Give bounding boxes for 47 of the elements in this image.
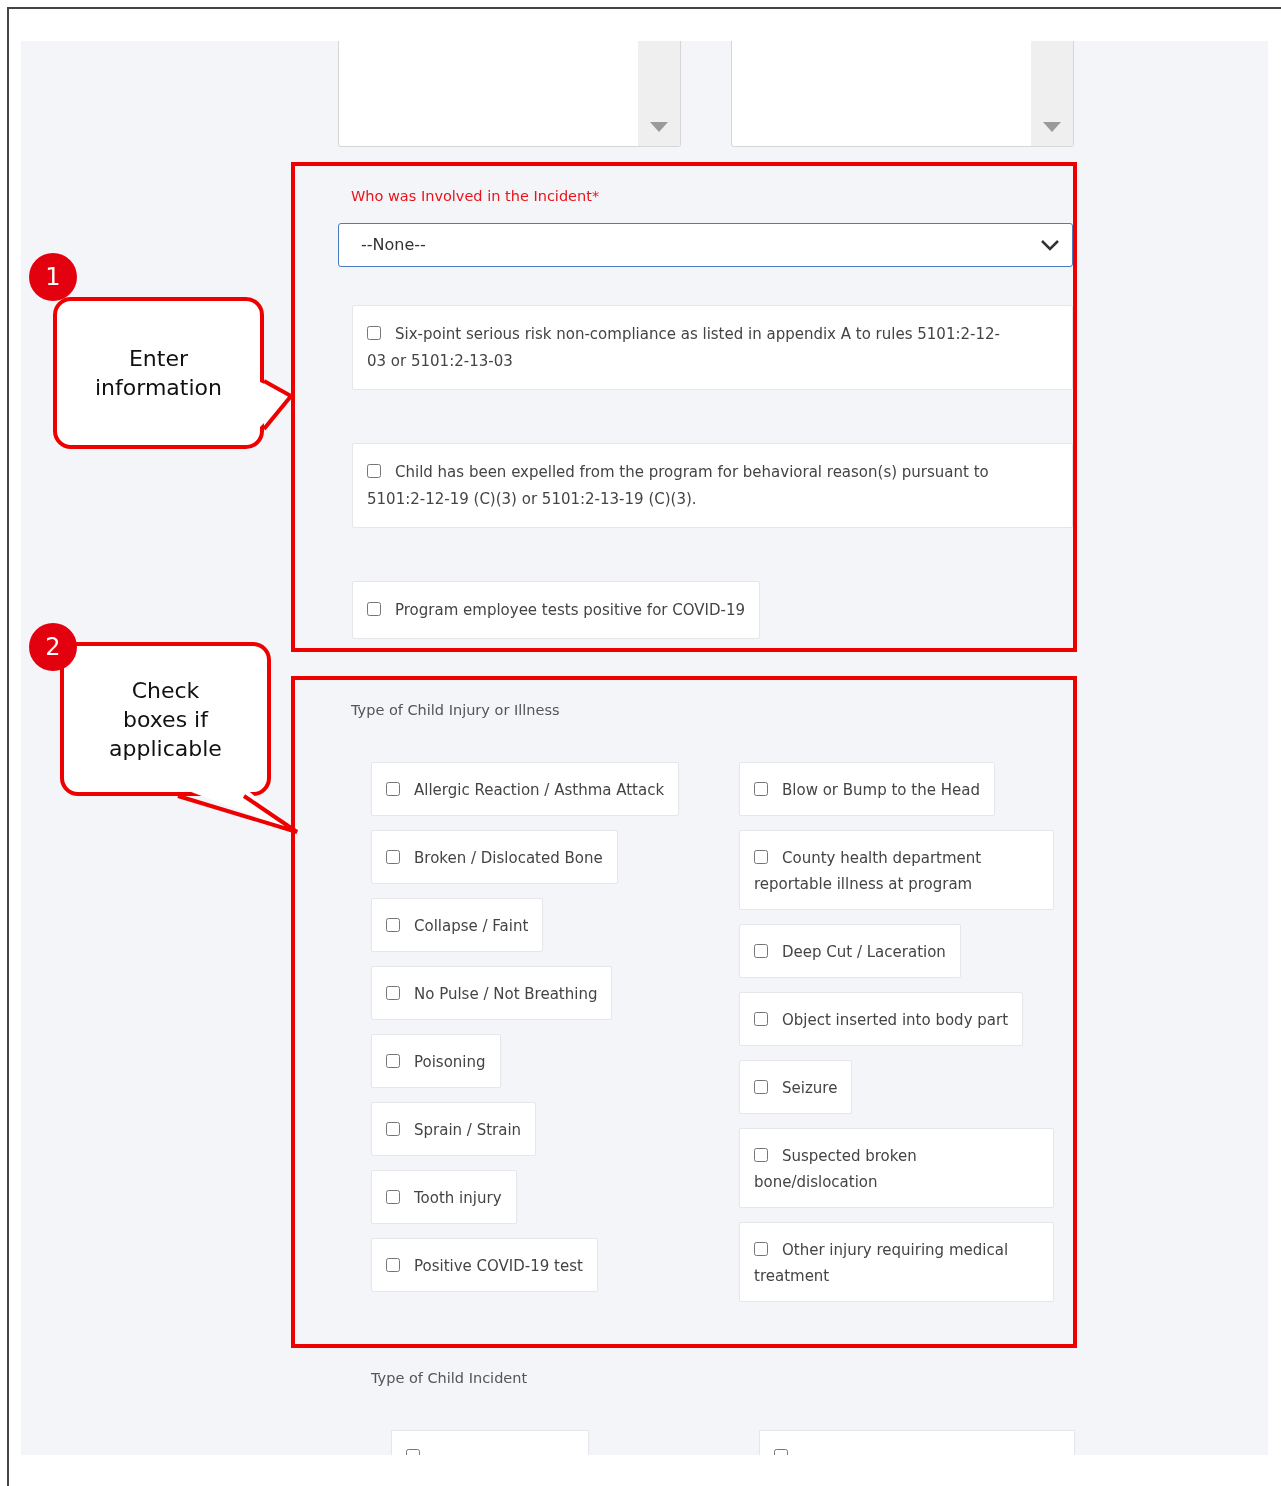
checkbox-option[interactable]: Blow or Bump to the Head: [739, 761, 995, 816]
list-field[interactable]: [338, 41, 681, 147]
checkbox-option[interactable]: Positive COVID-19 test: [371, 1237, 598, 1292]
checkbox-option[interactable]: Broken / Dislocated Bone: [371, 829, 618, 884]
scroll-down-icon: [1043, 122, 1061, 132]
field-label: Type of Child Incident: [371, 1369, 529, 1388]
checkbox-option[interactable]: Allergic Reaction / Asthma Attack: [371, 761, 680, 816]
checkbox[interactable]: [367, 325, 381, 340]
checkbox-option[interactable]: Object inserted into body part: [739, 991, 1024, 1046]
checkbox-option[interactable]: Program employee tests positive for COVID-19: [352, 580, 760, 639]
checkbox[interactable]: [754, 1011, 768, 1026]
checkbox[interactable]: [386, 781, 400, 796]
checkbox[interactable]: [367, 601, 381, 616]
scroll-down-icon: [650, 122, 668, 132]
field-label: Who was Involved in the Incident*: [350, 187, 601, 206]
checkbox[interactable]: [754, 1079, 768, 1094]
callout-text: Enter information: [94, 345, 223, 402]
select-field[interactable]: --None--: [338, 222, 1073, 267]
checkbox-option[interactable]: Child has been expelled from the program for behavioral reason(s) pursuant to 5101:2-12-19 (C)(3) or 5101:2-13-19 (C)(3).: [352, 442, 1073, 528]
checkbox-option[interactable]: County health department reportable illness at program: [739, 829, 1054, 910]
checkbox-option[interactable]: Suspected broken bone/dislocation: [739, 1127, 1054, 1208]
chevron-down-icon: [1040, 238, 1060, 251]
checkbox[interactable]: [386, 1189, 400, 1204]
checkbox[interactable]: [386, 917, 400, 932]
checkbox[interactable]: [754, 1241, 768, 1256]
checkbox[interactable]: [386, 985, 400, 1000]
checkbox-option[interactable]: Six-point serious risk non-compliance as listed in appendix A to rules 5101:2-12-03 or 5101:2-13-03: [352, 304, 1073, 390]
checkbox[interactable]: [386, 1257, 400, 1272]
checkbox-option[interactable]: Deep Cut / Laceration: [739, 923, 961, 978]
list-field[interactable]: [731, 41, 1074, 147]
checkbox[interactable]: [754, 943, 768, 958]
checkbox-option[interactable]: Poisoning: [371, 1033, 501, 1088]
checkbox-option[interactable]: Sprain / Strain: [371, 1101, 537, 1156]
checkbox-option[interactable]: Collapse / Faint: [371, 897, 544, 952]
checkbox-option[interactable]: Other injury requiring medical treatment: [739, 1221, 1054, 1302]
checkbox-option[interactable]: Tooth injury: [371, 1169, 517, 1224]
checkbox-option[interactable]: Seizure: [739, 1059, 853, 1114]
checkbox[interactable]: [386, 849, 400, 864]
callout-text: Check boxes if applicable: [108, 676, 223, 763]
checkbox[interactable]: [367, 463, 381, 478]
checkbox[interactable]: [386, 1053, 400, 1068]
checkbox[interactable]: [754, 781, 768, 796]
checkbox[interactable]: [754, 849, 768, 864]
field-label: Type of Child Injury or Illness: [351, 701, 561, 720]
checkbox[interactable]: [386, 1121, 400, 1136]
checkbox-option[interactable]: No Pulse / Not Breathing: [371, 965, 613, 1020]
checkbox[interactable]: [754, 1147, 768, 1162]
